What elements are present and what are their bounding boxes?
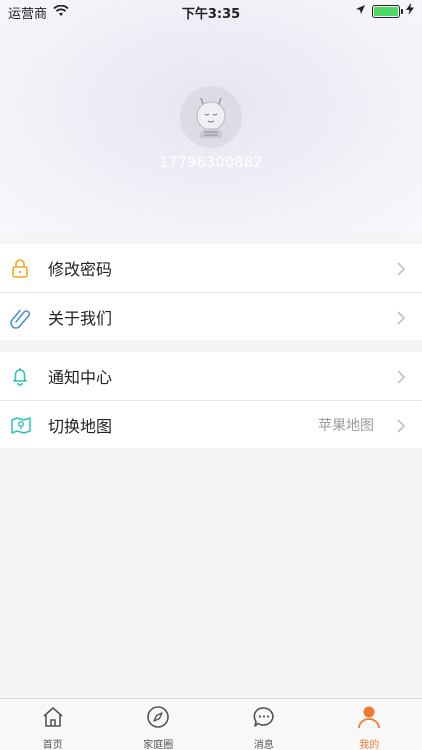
- menu-item-switch-map[interactable]: 切换地图 苹果地图: [0, 400, 422, 448]
- tab-home[interactable]: 首页: [0, 699, 106, 750]
- map-icon: [10, 415, 31, 435]
- chevron-right-icon: [394, 310, 408, 325]
- tab-messages[interactable]: 消息: [211, 699, 317, 750]
- location-arrow-icon: [355, 4, 366, 19]
- tab-label: 消息: [253, 740, 274, 750]
- bell-icon: [10, 366, 30, 386]
- message-icon: [252, 705, 276, 733]
- avatar-image: [196, 97, 226, 138]
- current-map-value: 苹果地图: [318, 417, 374, 434]
- lock-icon: [10, 258, 30, 278]
- menu-item-change-password[interactable]: 修改密码: [0, 244, 422, 292]
- avatar[interactable]: [180, 86, 242, 148]
- tab-label: 家庭圈: [143, 740, 174, 750]
- chevron-right-icon: [394, 418, 408, 433]
- tab-mine[interactable]: 我的: [317, 699, 422, 750]
- charging-icon: [406, 3, 414, 19]
- paperclip-icon: [10, 307, 31, 329]
- menu-item-label: 切换地图: [48, 416, 113, 436]
- tab-bar: 首页 家庭圈 消息 我的: [0, 698, 422, 750]
- battery-icon: [372, 4, 403, 18]
- menu-item-notification-center[interactable]: 通知中心: [0, 352, 422, 400]
- menu-item-label: 关于我们: [48, 308, 113, 328]
- menu-item-about-us[interactable]: 关于我们: [0, 292, 422, 340]
- tab-label: 我的: [359, 740, 380, 750]
- menu-item-label: 修改密码: [48, 260, 113, 279]
- chevron-right-icon: [394, 261, 408, 276]
- home-icon: [41, 705, 65, 733]
- profile-header: 17796300882: [0, 0, 422, 234]
- person-icon: [357, 705, 381, 733]
- status-bar: 运营商 下午3:35: [0, 0, 422, 22]
- user-phone: 17796300882: [159, 155, 263, 171]
- compass-icon: [146, 705, 170, 733]
- menu-group-settings: 通知中心 切换地图 苹果地图: [0, 352, 422, 448]
- menu-group-account: 修改密码 关于我们: [0, 244, 422, 340]
- chevron-right-icon: [394, 369, 408, 384]
- tab-label: 首页: [42, 740, 63, 750]
- tab-family-circle[interactable]: 家庭圈: [106, 699, 212, 750]
- menu-item-label: 通知中心: [48, 368, 113, 387]
